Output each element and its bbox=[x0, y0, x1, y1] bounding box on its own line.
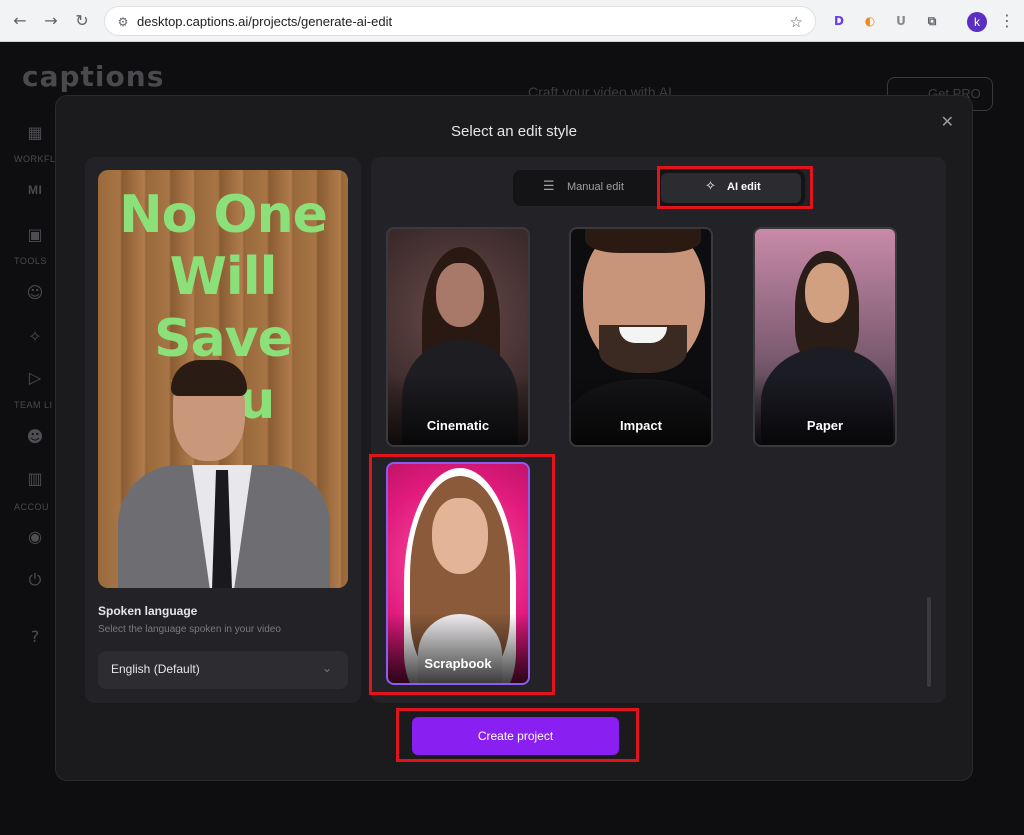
captions-logo: captions bbox=[22, 60, 165, 93]
style-card-paper[interactable]: Paper bbox=[753, 227, 897, 447]
back-icon[interactable]: ← bbox=[10, 11, 30, 31]
account-icon[interactable]: ◉ bbox=[24, 526, 46, 548]
cinematic-face bbox=[436, 263, 484, 327]
video-preview: No One Will Save You bbox=[98, 170, 348, 588]
preview-person-hair bbox=[171, 360, 247, 396]
language-value[interactable]: English (Default) bbox=[111, 662, 200, 676]
impact-hair bbox=[585, 229, 701, 253]
play-tool-icon[interactable]: ▷ bbox=[24, 367, 46, 389]
reload-icon[interactable]: ↻ bbox=[72, 11, 92, 31]
style-card-cinematic[interactable]: Cinematic bbox=[386, 227, 530, 447]
sparkle-tool-icon[interactable]: ✧ bbox=[24, 326, 46, 348]
browser-menu-icon[interactable]: ⋮ bbox=[999, 11, 1015, 30]
smile-icon[interactable]: ☻ bbox=[24, 426, 46, 448]
manual-edit-label: Manual edit bbox=[567, 181, 624, 193]
chevron-down-icon[interactable]: ⌄ bbox=[322, 661, 332, 675]
sidebar-label-workflow: WORKFL bbox=[14, 154, 56, 164]
help-icon[interactable]: ? bbox=[24, 626, 46, 648]
sidebar-label-mi: MI bbox=[28, 183, 43, 197]
extension-circle-icon[interactable]: ◐ bbox=[861, 12, 879, 30]
library-icon[interactable]: ▥ bbox=[24, 468, 46, 490]
extensions-puzzle-icon[interactable]: ⧉ bbox=[923, 12, 941, 30]
profile-avatar[interactable]: k bbox=[967, 12, 987, 32]
card-shade bbox=[388, 375, 528, 445]
highlight-create-project bbox=[396, 708, 639, 762]
tools-icon[interactable]: ▣ bbox=[24, 224, 46, 246]
preview-panel: No One Will Save You Spoken language Sel… bbox=[85, 157, 361, 703]
tab-manual-edit[interactable]: ☰ Manual edit bbox=[513, 170, 659, 206]
modal-title: Select an edit style bbox=[451, 123, 577, 140]
extension-u-icon[interactable]: U bbox=[892, 12, 910, 30]
url-text[interactable]: desktop.captions.ai/projects/generate-ai… bbox=[137, 14, 392, 29]
sidebar-label-tools: TOOLS bbox=[14, 256, 47, 266]
style-label-impact: Impact bbox=[620, 418, 662, 433]
style-label-paper: Paper bbox=[806, 418, 844, 433]
highlight-scrapbook bbox=[369, 454, 555, 695]
power-icon[interactable]: ⏻ bbox=[24, 569, 46, 591]
style-scrollbar[interactable] bbox=[927, 597, 931, 687]
workflow-icon[interactable]: ▦ bbox=[24, 122, 46, 144]
language-subtitle: Select the language spoken in your video bbox=[98, 624, 281, 635]
sidebar-label-account: ACCOU bbox=[14, 502, 50, 512]
browser-toolbar: ← → ↻ ⚙ desktop.captions.ai/projects/gen… bbox=[0, 0, 1024, 42]
style-label-cinematic: Cinematic bbox=[426, 418, 490, 433]
style-card-impact[interactable]: Impact bbox=[569, 227, 713, 447]
avatar-tool-icon[interactable]: ☺ bbox=[24, 282, 46, 304]
site-info-icon[interactable]: ⚙ bbox=[115, 14, 131, 30]
address-bar[interactable]: ⚙ desktop.captions.ai/projects/generate-… bbox=[104, 6, 816, 36]
forward-icon[interactable]: → bbox=[41, 11, 61, 31]
highlight-ai-edit bbox=[657, 166, 813, 209]
extension-d-icon[interactable]: D bbox=[830, 12, 848, 30]
language-select[interactable]: English (Default) ⌄ bbox=[98, 651, 348, 689]
language-title: Spoken language bbox=[98, 604, 198, 618]
card-shade bbox=[571, 375, 711, 445]
card-shade bbox=[755, 375, 895, 445]
close-icon[interactable]: ✕ bbox=[941, 112, 954, 131]
bookmark-star-icon[interactable]: ☆ bbox=[790, 13, 803, 31]
manual-edit-icon: ☰ bbox=[543, 179, 555, 194]
paper-face bbox=[805, 263, 849, 323]
sidebar-label-team: TEAM LI bbox=[14, 400, 53, 410]
